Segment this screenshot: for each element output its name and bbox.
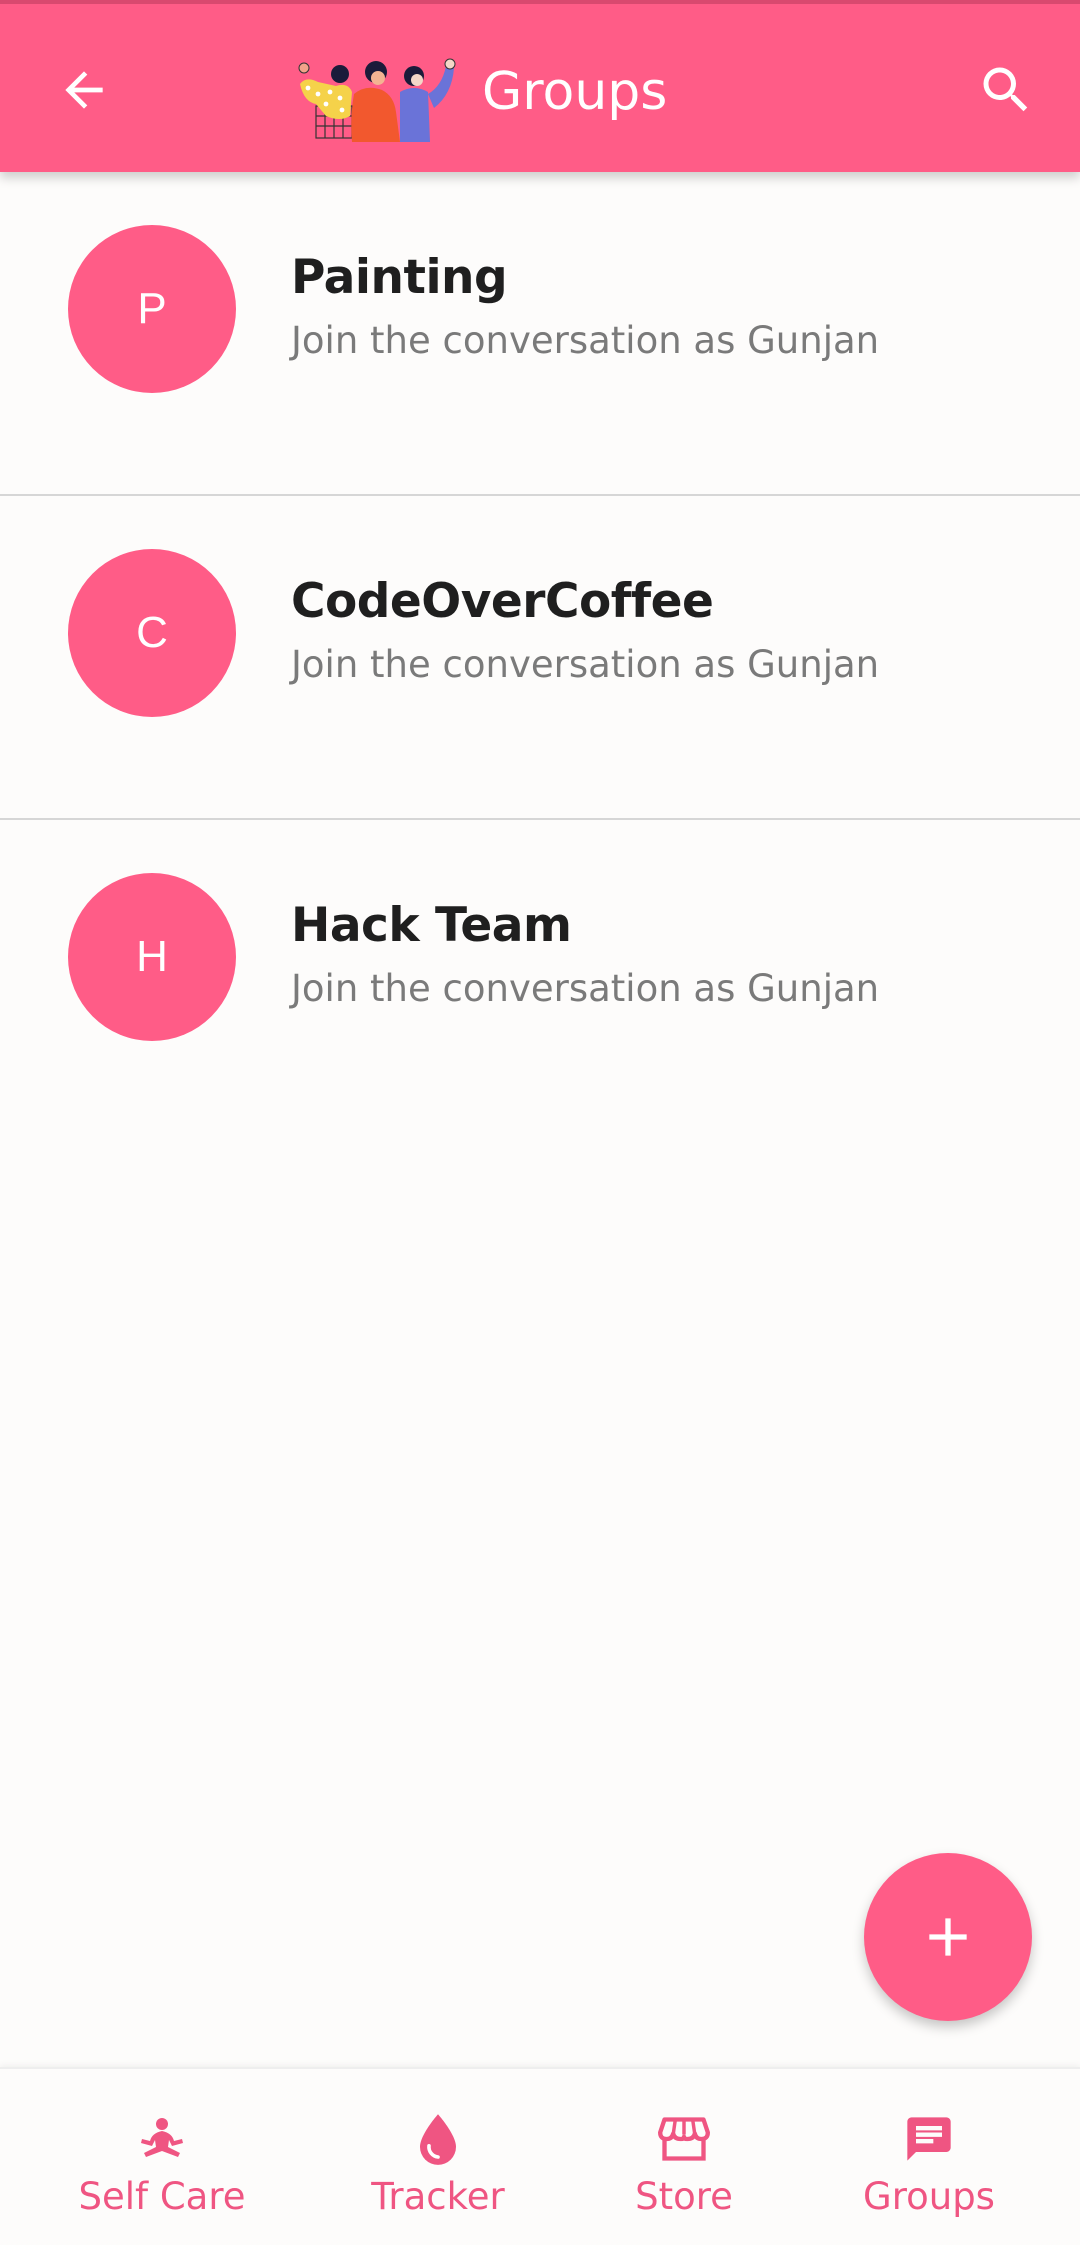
drop-icon: [420, 2114, 456, 2165]
group-list: P Painting Join the conversation as Gunj…: [0, 172, 1080, 1144]
group-name: CodeOverCoffee: [291, 574, 714, 629]
chat-icon: [907, 2117, 951, 2161]
nav-item-tracker[interactable]: Tracker: [348, 2069, 528, 2245]
bottom-navigation: Self Care Tracker Store Groups: [0, 2067, 1080, 2245]
group-subtitle: Join the conversation as Gunjan: [291, 967, 880, 1010]
nav-label: Groups: [863, 2175, 995, 2218]
group-avatar: P: [68, 225, 236, 393]
group-list-item[interactable]: H Hack Team Join the conversation as Gun…: [0, 820, 1080, 1144]
group-name: Hack Team: [291, 898, 572, 953]
group-subtitle: Join the conversation as Gunjan: [291, 319, 880, 362]
back-button[interactable]: [44, 50, 124, 130]
nav-label: Store: [635, 2175, 733, 2218]
plus-icon: [929, 1918, 967, 1956]
nav-item-self-care[interactable]: Self Care: [62, 2069, 262, 2245]
women-group-illustration: [298, 58, 456, 142]
group-avatar: H: [68, 873, 236, 1041]
top-app-bar: Groups: [0, 0, 1080, 172]
page-title: Groups: [482, 62, 668, 122]
nav-label: Self Care: [78, 2175, 246, 2218]
search-icon: [983, 67, 1028, 112]
group-list-item[interactable]: C CodeOverCoffee Join the conversation a…: [0, 496, 1080, 820]
nav-label: Tracker: [371, 2175, 505, 2218]
nav-item-groups[interactable]: Groups: [854, 2069, 1004, 2245]
search-button[interactable]: [966, 50, 1046, 130]
add-group-button[interactable]: [864, 1853, 1032, 2021]
group-subtitle: Join the conversation as Gunjan: [291, 643, 880, 686]
app-screen: Groups P Painting Join the conversation …: [0, 0, 1080, 2245]
group-list-item[interactable]: P Painting Join the conversation as Gunj…: [0, 172, 1080, 496]
arrow-left-icon: [65, 71, 103, 109]
meditation-icon: [141, 2118, 183, 2157]
store-icon: [658, 2117, 710, 2161]
nav-item-store[interactable]: Store: [614, 2069, 754, 2245]
group-avatar: C: [68, 549, 236, 717]
group-name: Painting: [291, 250, 508, 305]
